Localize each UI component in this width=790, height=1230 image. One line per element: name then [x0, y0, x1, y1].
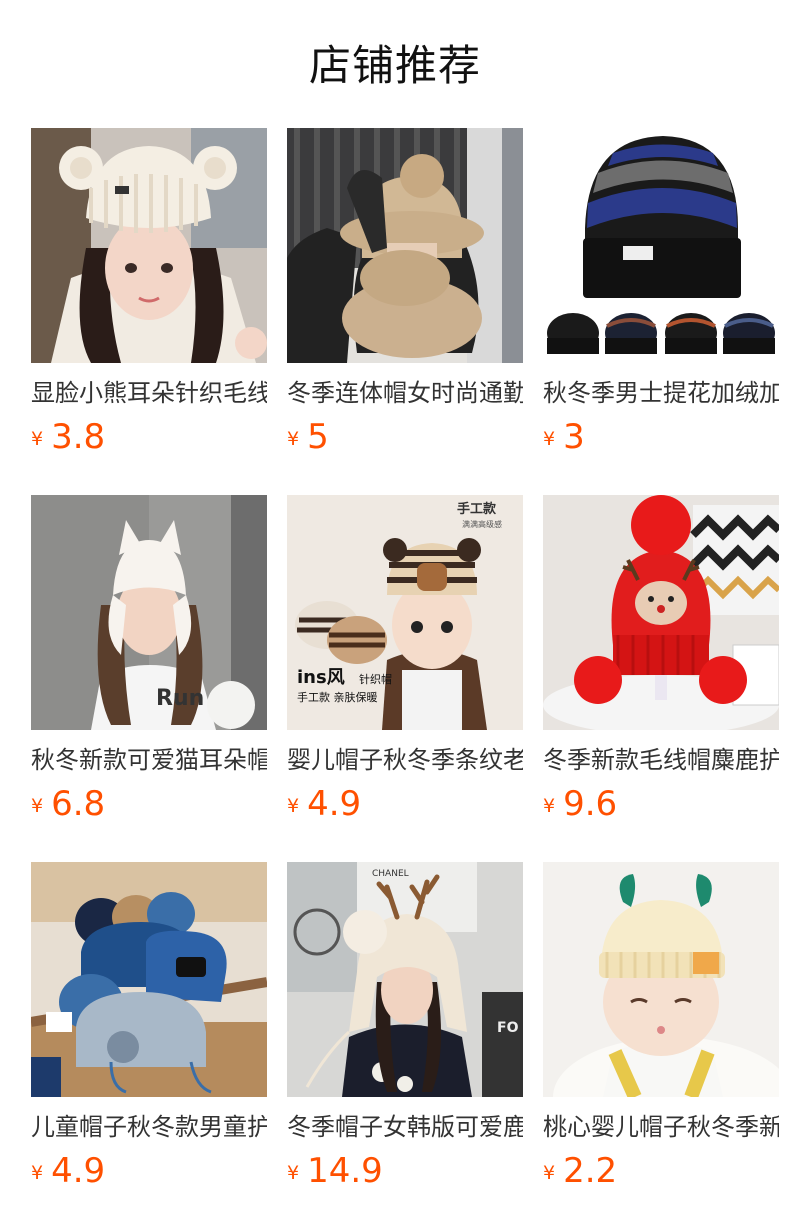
product-card[interactable]: 秋冬季男士提花加绒加厚 ¥3: [543, 128, 779, 495]
product-card[interactable]: CHANEL FO 冬季帽子女韩版可爱鹿角: [287, 862, 523, 1229]
product-price: ¥3.8: [31, 417, 105, 457]
product-name[interactable]: 秋冬新款可爱猫耳朵帽子: [31, 743, 267, 777]
svg-text:Run: Run: [156, 686, 204, 711]
svg-text:手工款 亲肤保暖: 手工款 亲肤保暖: [297, 690, 378, 704]
product-image[interactable]: [287, 128, 523, 363]
product-image[interactable]: [543, 862, 779, 1097]
price-amount: 3: [563, 417, 585, 457]
currency-symbol: ¥: [287, 1162, 300, 1184]
svg-text:ins风: ins风: [297, 667, 345, 688]
currency-symbol: ¥: [543, 795, 556, 817]
product-image[interactable]: 手工款 满满高级感 ins风 针织帽 手工款 亲肤保暖: [287, 495, 523, 730]
svg-text:FO: FO: [497, 1020, 519, 1036]
product-card[interactable]: 显脸小熊耳朵针织毛线帽 ¥3.8: [31, 128, 267, 495]
product-image[interactable]: [31, 862, 267, 1097]
product-name[interactable]: 冬季新款毛线帽麋鹿护耳: [543, 743, 779, 777]
product-price: ¥4.9: [287, 784, 361, 824]
product-image[interactable]: [543, 495, 779, 730]
product-image[interactable]: [31, 128, 267, 363]
product-name[interactable]: 婴儿帽子秋冬季条纹老虎: [287, 743, 523, 777]
product-card[interactable]: Run 秋冬新款可爱猫耳朵帽子 ¥6.8: [31, 495, 267, 862]
svg-text:针织帽: 针织帽: [359, 672, 392, 686]
product-price: ¥3: [543, 417, 585, 457]
shop-recommendation-page: 店铺推荐 显脸小熊耳朵针织毛线 ¥ 3.8 冬季连体帽女时尚通勤 ¥ 5 秋冬季…: [0, 0, 790, 1230]
currency-symbol: ¥: [31, 795, 44, 817]
currency-symbol: ¥: [543, 1162, 556, 1184]
page-title: 店铺推荐: [308, 41, 481, 90]
price-amount: 4.9: [307, 784, 362, 824]
product-price: ¥2.2: [543, 1151, 617, 1191]
price-amount: 9.6: [563, 784, 618, 824]
price-amount: 5: [307, 417, 329, 457]
product-card[interactable]: 冬季新款毛线帽麋鹿护耳 ¥9.6: [543, 495, 779, 862]
product-name[interactable]: 儿童帽子秋冬款男童护耳: [31, 1110, 267, 1144]
product-image[interactable]: CHANEL FO: [287, 862, 523, 1097]
currency-symbol: ¥: [287, 795, 300, 817]
product-price: ¥14.9: [287, 1151, 383, 1191]
price-amount: 2.2: [563, 1151, 618, 1191]
product-grid: 显脸小熊耳朵针织毛线帽 ¥3.8: [31, 128, 779, 1229]
product-price: ¥9.6: [543, 784, 617, 824]
currency-symbol: ¥: [543, 428, 556, 450]
product-price: ¥5: [287, 417, 329, 457]
product-name[interactable]: 秋冬季男士提花加绒加厚: [543, 376, 779, 410]
product-name[interactable]: 冬季连体帽女时尚通勤: [287, 376, 523, 410]
price-amount: 14.9: [307, 1151, 383, 1191]
product-card[interactable]: 手工款 满满高级感 ins风 针织帽 手工款 亲肤保暖 婴儿帽子秋冬季条纹老虎 …: [287, 495, 523, 862]
product-price: ¥6.8: [31, 784, 105, 824]
product-image[interactable]: Run: [31, 495, 267, 730]
price-amount: 6.8: [51, 784, 106, 824]
product-price: ¥4.9: [31, 1151, 105, 1191]
svg-text:手工款: 手工款: [457, 501, 497, 517]
currency-symbol: ¥: [31, 428, 44, 450]
price-amount: 4.9: [51, 1151, 106, 1191]
svg-text:满满高级感: 满满高级感: [462, 519, 502, 529]
price-amount: 3.8: [51, 417, 106, 457]
product-name[interactable]: 冬季帽子女韩版可爱鹿角: [287, 1110, 523, 1144]
product-card[interactable]: 桃心婴儿帽子秋冬季新款 ¥2.2: [543, 862, 779, 1229]
product-name[interactable]: 桃心婴儿帽子秋冬季新款: [543, 1110, 779, 1144]
svg-text:CHANEL: CHANEL: [372, 869, 409, 879]
currency-symbol: ¥: [31, 1162, 44, 1184]
product-card[interactable]: 冬季连体帽女时尚通勤 ¥5: [287, 128, 523, 495]
product-image[interactable]: [543, 128, 779, 363]
product-name[interactable]: 显脸小熊耳朵针织毛线帽: [31, 376, 267, 410]
currency-symbol: ¥: [287, 428, 300, 450]
product-card[interactable]: 儿童帽子秋冬款男童护耳 ¥4.9: [31, 862, 267, 1229]
